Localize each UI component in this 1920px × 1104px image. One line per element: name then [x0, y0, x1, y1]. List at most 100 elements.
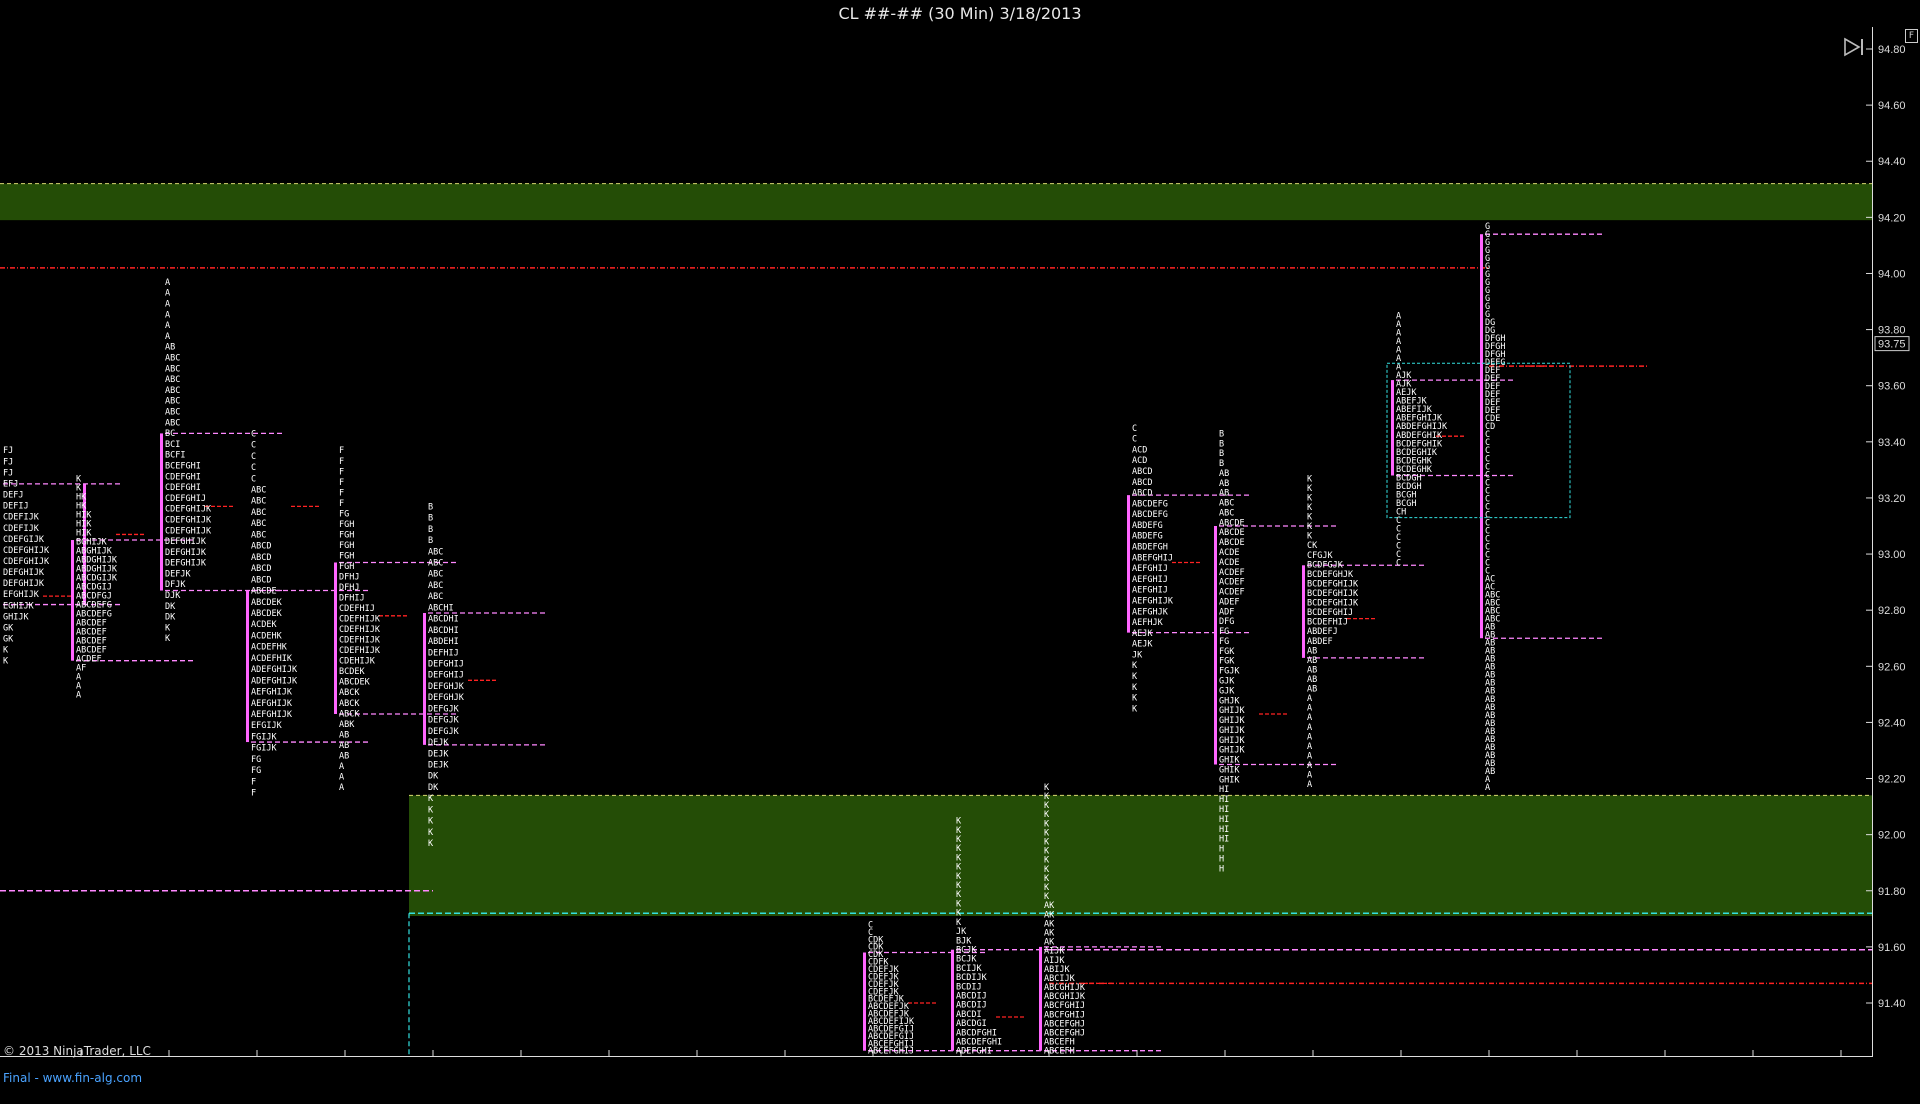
- profile-letter-row: A: [1307, 713, 1312, 723]
- profile-letter-row: HI: [1219, 835, 1229, 845]
- profile-letter-row: ABCK: [339, 709, 360, 719]
- chart-plot-area[interactable]: FJ FJ FJ EFJ DEFJ DEFIJ CDEFIJK CDEFIJK CDEFGIJK…: [0, 27, 1910, 1057]
- profile-letter-row: ACDEF: [1219, 578, 1245, 588]
- profile-letter-row: ABC: [428, 570, 443, 580]
- profile-bar-8: [1039, 946, 1042, 1051]
- profile-letter-row: DEFGHIJ: [428, 659, 464, 669]
- profile-letter-row: GHIK: [1219, 765, 1240, 775]
- profile-letter-row: K: [1307, 503, 1313, 513]
- profile-letter-row: CDEFGHIJK: [165, 505, 212, 515]
- y-tick-label: 94.00: [1878, 268, 1906, 280]
- profile-letter-row: ABCD: [1132, 489, 1152, 499]
- profile-letter-row: JK: [1132, 650, 1143, 660]
- profile-letter-row: ABC: [165, 386, 180, 396]
- profile-letter-row: K: [1307, 513, 1313, 523]
- profile-letter-row: ABDEHI: [428, 637, 459, 647]
- profile-letter-row: C: [1132, 435, 1137, 445]
- profile-letter-row: K: [428, 817, 434, 827]
- profile-letter-row: GHIK: [1219, 756, 1240, 766]
- profile-letter-row: ABC: [251, 508, 266, 518]
- profile-letter-row: ABC: [165, 407, 180, 417]
- profile-letter-row: A: [165, 289, 170, 299]
- profile-letter-row: EFGIJK: [251, 721, 283, 731]
- profile-letter-row: FGH: [339, 562, 354, 572]
- profile-letter-row: DK: [165, 602, 176, 612]
- profile-letter-row: CDEFGHIJK: [165, 515, 212, 525]
- y-tick-label: 92.20: [1878, 774, 1906, 786]
- profile-letter-row: DEFGHJK: [428, 682, 465, 692]
- profile-letter-row: DFHJ: [339, 583, 359, 593]
- profile-letter-row: HI: [1219, 795, 1229, 805]
- profile-letter-row: AB: [1307, 675, 1317, 685]
- profile-letter-row: K: [1132, 661, 1138, 671]
- profile-letter-row: ABC: [428, 581, 443, 591]
- profile-letter-row: GJK: [1219, 677, 1235, 687]
- profile-letter-row: DEFGJK: [428, 716, 460, 726]
- profile-letter-row: CDEFHIJK: [339, 625, 381, 635]
- profile-letter-row: ABDEFG: [1132, 532, 1163, 542]
- profile-letter-row: DEJK: [428, 738, 449, 748]
- profile-letter-row: GHIJK: [3, 612, 29, 622]
- profile-letter-row: AB: [339, 741, 349, 751]
- profile-letter-row: ABCD: [251, 575, 271, 585]
- profile-letter-row: F: [339, 478, 344, 488]
- profile-letter-row: ADEFGHIJK: [251, 665, 298, 675]
- profile-letter-row: ABDEFGH: [1132, 543, 1168, 553]
- profile-bar-11: [1302, 565, 1305, 658]
- profile-letter-row: B: [1219, 459, 1224, 469]
- profile-letter-row: ACDEFHK: [251, 643, 288, 653]
- y-tick-label: 93.00: [1878, 549, 1906, 561]
- profile-letter-row: A: [1485, 783, 1490, 793]
- profile-letter-row: DEFGHIJ: [428, 671, 464, 681]
- profile-letter-row: ACD: [1132, 456, 1147, 466]
- profile-letter-row: ACDEF: [1219, 568, 1245, 578]
- profile-letter-row: FG: [1219, 627, 1229, 637]
- profile-letter-row: AEFGHIJK: [1132, 596, 1174, 606]
- profile-letter-row: CDEFGHIJK: [165, 526, 212, 536]
- profile-letter-row: FG: [251, 766, 261, 776]
- y-tick-label: 92.80: [1878, 605, 1906, 617]
- zone-0: [0, 183, 1872, 221]
- profile-letter-row: ABCDEK: [339, 678, 371, 688]
- profile-letter-row: FGH: [339, 551, 354, 561]
- profile-letter-row: FGH: [339, 520, 354, 530]
- profile-letter-row: H: [1219, 854, 1224, 864]
- f-button[interactable]: F: [1905, 29, 1918, 43]
- profile-letter-row: DEFGHIJK: [3, 579, 45, 589]
- profile-letter-row: DFHJ: [339, 573, 359, 583]
- y-tick-label: 94.60: [1878, 100, 1906, 112]
- profile-letter-row: ABCD: [251, 564, 271, 574]
- profile-letters-6: CCCDKCDKCDKCDFKCDEFJKCDEFJKCDEFJKCDEFJKB…: [868, 920, 915, 1056]
- profile-letter-row: ABC: [428, 547, 443, 557]
- profile-letter-row: F: [251, 777, 256, 787]
- profile-letter-row: AB: [1307, 685, 1317, 695]
- profile-letter-row: FJ: [3, 468, 13, 478]
- profile-letter-row: ABC: [251, 530, 266, 540]
- market-profile-chart[interactable]: FJFJFJEFJDEFJDEFIJCDEFIJKCDEFIJKCDEFGIJK…: [0, 27, 1920, 1057]
- profile-bar-12: [1391, 380, 1394, 476]
- profile-letter-row: ACDEF: [1219, 588, 1245, 598]
- profile-letter-row: FGK: [1219, 657, 1235, 667]
- skip-to-end-icon[interactable]: [1842, 36, 1868, 58]
- profile-letter-row: ABC: [251, 519, 266, 529]
- profile-letter-row: A: [1307, 751, 1312, 761]
- website-link[interactable]: Final - www.fin-alg.com: [3, 1071, 142, 1085]
- profile-letter-row: H: [1219, 864, 1224, 874]
- profile-letter-row: BCDFGJK: [1307, 560, 1344, 570]
- profile-letter-row: CK: [1307, 541, 1318, 551]
- profile-letter-row: B: [428, 525, 433, 535]
- profile-letter-row: CDEFIJK: [3, 524, 40, 534]
- profile-letter-row: CDEFGIJK: [3, 535, 45, 545]
- profile-letter-row: AEJK: [1132, 629, 1153, 639]
- profile-letter-row: FGJK: [1219, 667, 1240, 677]
- profile-letter-row: B: [1219, 449, 1224, 459]
- profile-letter-row: CDEFHIJK: [339, 615, 381, 625]
- y-tick-label: 93.20: [1878, 493, 1906, 505]
- profile-letter-row: C: [251, 452, 256, 462]
- profile-letter-row: GHIJK: [1219, 726, 1245, 736]
- profile-letter-row: BCDEFGHIJK: [1307, 599, 1359, 609]
- profile-letter-row: K: [1132, 683, 1138, 693]
- y-tick-label: 94.20: [1878, 212, 1906, 224]
- profile-letter-row: F: [339, 446, 344, 456]
- profile-letter-row: ABC: [251, 486, 266, 496]
